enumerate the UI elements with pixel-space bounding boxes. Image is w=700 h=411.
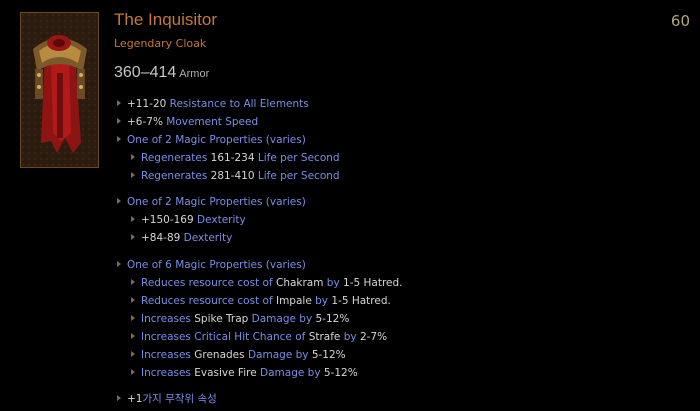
group2-option-2: +84-89 Dexterity (131, 232, 232, 245)
group3-option-4: Increases Critical Hit Chance of Strafe … (131, 331, 387, 344)
armor-stat: 360–414 Armor (114, 64, 209, 82)
group1-option-1: Regenerates 161-234 Life per Second (131, 152, 340, 165)
group2-option-1: +150-169 Dexterity (131, 214, 246, 227)
bullet-icon (117, 261, 121, 267)
armor-unit: Armor (179, 68, 210, 80)
group3-option-5: Increases Grenades Damage by 5-12% (131, 349, 346, 362)
bullet-icon (131, 315, 135, 321)
bullet-icon (131, 297, 135, 303)
bullet-icon (131, 369, 135, 375)
item-title: The Inquisitor (114, 10, 217, 29)
bullet-icon (131, 333, 135, 339)
bullet-icon (117, 395, 121, 401)
bullet-icon (131, 216, 135, 222)
group3-option-6: Increases Evasive Fire Damage by 5-12% (131, 367, 358, 380)
group-header-3: One of 6 Magic Properties (varies) (117, 259, 306, 272)
group3-option-2: Reduces resource cost of Impale by 1-5 H… (131, 295, 391, 308)
bullet-icon (131, 279, 135, 285)
item-level: 60 (670, 12, 690, 30)
cloak-icon (21, 13, 98, 167)
armor-value: 360–414 (114, 64, 177, 81)
group3-option-1: Reduces resource cost of Chakram by 1-5 … (131, 277, 403, 290)
group3-option-3: Increases Spike Trap Damage by 5-12% (131, 313, 349, 326)
property-resistance: +11-20 Resistance to All Elements (117, 98, 309, 111)
bullet-icon (117, 118, 121, 124)
bullet-icon (131, 351, 135, 357)
bullet-icon (131, 154, 135, 160)
group-header-2: One of 2 Magic Properties (varies) (117, 196, 306, 209)
group1-option-2: Regenerates 281-410 Life per Second (131, 170, 340, 183)
bullet-icon (117, 198, 121, 204)
random-property: +1가지 무작위 속성 (117, 393, 217, 406)
bullet-icon (117, 136, 121, 142)
group-header-1: One of 2 Magic Properties (varies) (117, 134, 306, 147)
item-type: Legendary Cloak (114, 37, 207, 50)
property-movement-speed: +6-7% Movement Speed (117, 116, 258, 129)
bullet-icon (131, 172, 135, 178)
bullet-icon (131, 234, 135, 240)
item-icon-frame (20, 12, 99, 168)
bullet-icon (117, 100, 121, 106)
